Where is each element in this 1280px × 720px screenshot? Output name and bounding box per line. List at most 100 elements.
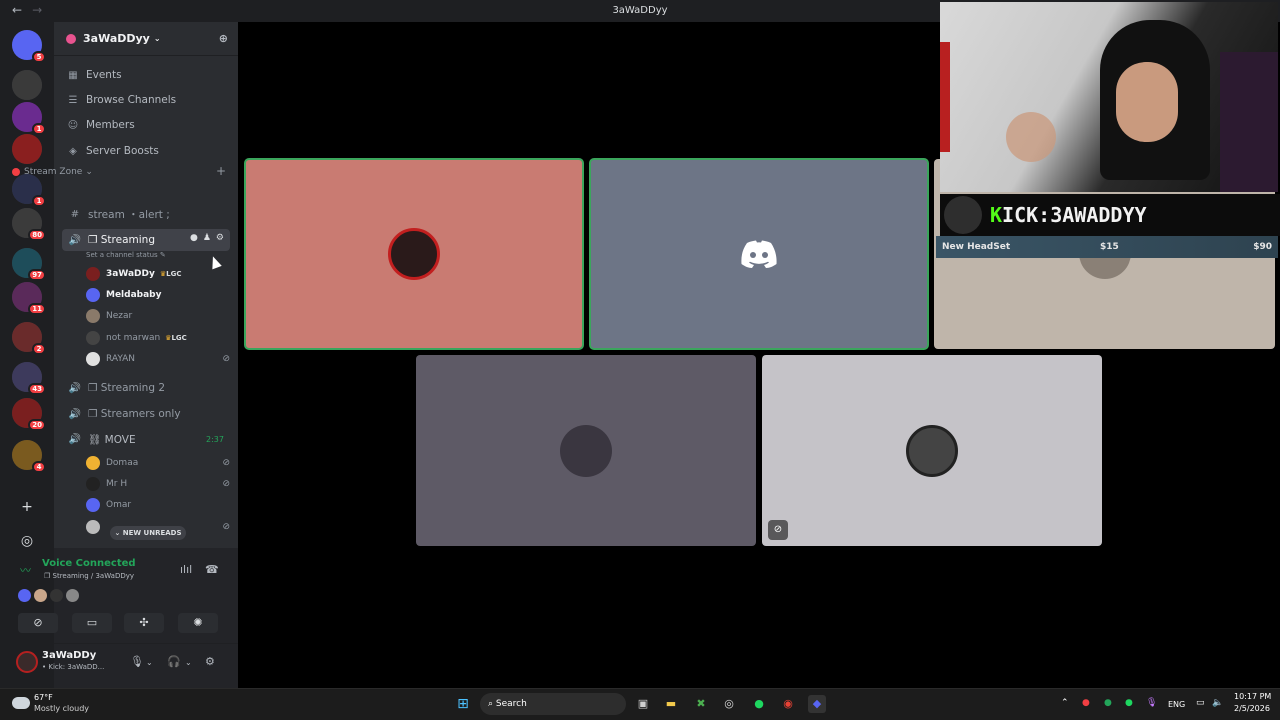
channel-move[interactable]: 🔊 ⛓ MOVE [62, 429, 230, 449]
discord-home-icon[interactable]: 5 [12, 30, 46, 63]
voice-member[interactable]: Mr H ⊘ [86, 476, 230, 492]
signal-icon[interactable]: 〰 [20, 562, 31, 578]
menu-events[interactable]: ▦ Events [66, 69, 121, 81]
member-name: Omar [106, 500, 132, 510]
screen-share-button[interactable]: ▭ [72, 613, 112, 633]
camera-off-button[interactable]: ⊘ [18, 613, 58, 633]
server-icon[interactable]: 1 [12, 102, 46, 135]
windows-start-icon[interactable]: ⊞ [454, 695, 472, 713]
headphones-icon[interactable]: 🎧 [167, 655, 181, 668]
voice-channel-path[interactable]: ❐ Streaming / 3aWaDDyy [44, 572, 134, 580]
voice-member[interactable]: RAYAN ⊘ [86, 351, 230, 367]
voice-member[interactable]: Nezar [86, 308, 230, 324]
avatar[interactable] [18, 589, 31, 602]
member-name: RAYAN [106, 354, 136, 364]
invite-icon[interactable]: ⊕ [219, 32, 228, 45]
search-input[interactable]: ⌕ Search [480, 693, 626, 715]
soundboard-button[interactable]: ✺ [178, 613, 218, 633]
app-icon[interactable]: ◎ [720, 695, 738, 713]
gear-icon[interactable]: ⚙ [205, 655, 215, 668]
microphone-icon[interactable]: 🎙 [1146, 698, 1157, 708]
server-icon[interactable]: 43 [12, 362, 46, 395]
muted-icon: ⊘ [768, 520, 788, 540]
participant-tile[interactable] [244, 158, 584, 350]
channel-streaming[interactable]: 🔊 ❐ Streaming ● ♟ ⚙ [62, 229, 230, 251]
new-unreads-button[interactable]: ⌄ NEW UNREADS [110, 526, 186, 540]
channel-status[interactable]: Set a channel status ✎ [86, 251, 166, 259]
participant-tile[interactable]: ⊘ [762, 355, 1102, 546]
channel-stream-alert[interactable]: # stream ・alert ; [62, 204, 230, 224]
menu-members[interactable]: ☺ Members [66, 119, 135, 131]
voice-member[interactable]: Domaa ⊘ [86, 455, 230, 471]
server-icon[interactable]: 97 [12, 248, 46, 281]
weather-desc[interactable]: Mostly cloudy [34, 704, 89, 713]
server-icon[interactable]: 20 [12, 398, 46, 431]
server-icon[interactable]: 4 [12, 440, 46, 473]
clock-time[interactable]: 10:17 PM [1234, 692, 1271, 701]
chat-icon[interactable]: ● [190, 233, 198, 243]
activities-button[interactable]: ✣ [124, 613, 164, 633]
menu-browse-channels[interactable]: ☰ Browse Channels [66, 94, 177, 106]
avatar [86, 520, 100, 534]
spotify-tray-icon[interactable]: ● [1125, 698, 1133, 708]
language-indicator[interactable]: ENG [1168, 700, 1185, 709]
avatar[interactable] [16, 651, 38, 673]
invite-member-icon[interactable]: ♟ [203, 233, 211, 243]
server-header[interactable]: 3aWaDDyy ⌄ ⊕ [54, 22, 238, 56]
voice-member[interactable]: not marwan LGC [86, 330, 230, 346]
volume-icon[interactable]: 🔈 [1212, 698, 1223, 708]
avatar [560, 424, 612, 477]
task-view-icon[interactable]: ▣ [634, 695, 652, 713]
voice-member[interactable]: 3aWaDDy LGC [86, 266, 230, 282]
xbox-icon[interactable]: ✖ [692, 695, 710, 713]
category-stream-zone[interactable]: Stream Zone ⌄ [12, 167, 93, 177]
add-server-icon[interactable]: + [12, 492, 42, 522]
chevron-down-icon[interactable]: ⌄ [185, 658, 192, 667]
weather-icon[interactable] [12, 697, 30, 709]
user-status[interactable]: • Kick: 3aWaDD... [42, 663, 104, 671]
server-icon[interactable]: 11 [12, 282, 46, 315]
weather-temp[interactable]: 67°F [34, 693, 53, 702]
channel-streamers-only[interactable]: 🔊 ❐ Streamers only [62, 404, 230, 424]
server-icon[interactable] [12, 134, 42, 164]
network-icon[interactable]: ▭ [1196, 698, 1205, 708]
member-name: Nezar [106, 311, 133, 321]
disconnect-icon[interactable]: ☎ [205, 563, 219, 576]
noise-suppression-icon[interactable]: ılıl [180, 563, 192, 576]
channel-streaming-2[interactable]: 🔊 ❐ Streaming 2 [62, 378, 230, 398]
category-label: Stream Zone [24, 167, 83, 177]
file-explorer-icon[interactable]: ▬ [662, 695, 680, 713]
chrome-icon[interactable]: ◉ [779, 695, 797, 713]
tray-app-icon[interactable]: ● [1082, 698, 1090, 708]
gear-icon[interactable]: ⚙ [216, 233, 224, 243]
voice-member[interactable]: Omar [86, 497, 230, 513]
microphone-icon[interactable]: 🎙 [130, 655, 144, 668]
server-icon[interactable] [12, 70, 42, 100]
user-name[interactable]: 3aWaDDy [42, 650, 96, 661]
participant-tile[interactable] [416, 355, 756, 546]
spotify-icon[interactable]: ● [750, 695, 768, 713]
server-icon [66, 33, 76, 44]
clock-date[interactable]: 2/5/2026 [1234, 704, 1270, 713]
avatar[interactable] [34, 589, 47, 602]
chevron-up-icon[interactable]: ⌃ [1061, 698, 1069, 708]
avatar[interactable] [66, 589, 79, 602]
voice-member[interactable]: Meldababy [86, 287, 230, 303]
channel-label: ⛓ MOVE [88, 433, 136, 446]
voice-status[interactable]: Voice Connected [42, 558, 136, 569]
participant-tile[interactable] [589, 158, 929, 350]
channel-actions: ● ♟ ⚙ [190, 233, 224, 243]
chevron-down-icon[interactable]: ⌄ [146, 658, 153, 667]
server-icon[interactable]: 2 [12, 322, 46, 355]
server-icon[interactable]: 80 [12, 208, 46, 241]
avatar[interactable] [50, 589, 63, 602]
discord-taskbar-icon[interactable]: ◆ [808, 695, 826, 713]
speaker-icon: 🔊 [68, 382, 82, 394]
explore-icon[interactable]: ◎ [12, 526, 42, 556]
server-icon[interactable]: 1 [12, 174, 46, 207]
goal-label: New HeadSet [942, 242, 1011, 252]
menu-label: Server Boosts [86, 145, 159, 157]
menu-server-boosts[interactable]: ◈ Server Boosts [66, 145, 159, 157]
tray-app-icon[interactable]: ● [1104, 698, 1112, 708]
member-name: not marwan [106, 333, 161, 343]
